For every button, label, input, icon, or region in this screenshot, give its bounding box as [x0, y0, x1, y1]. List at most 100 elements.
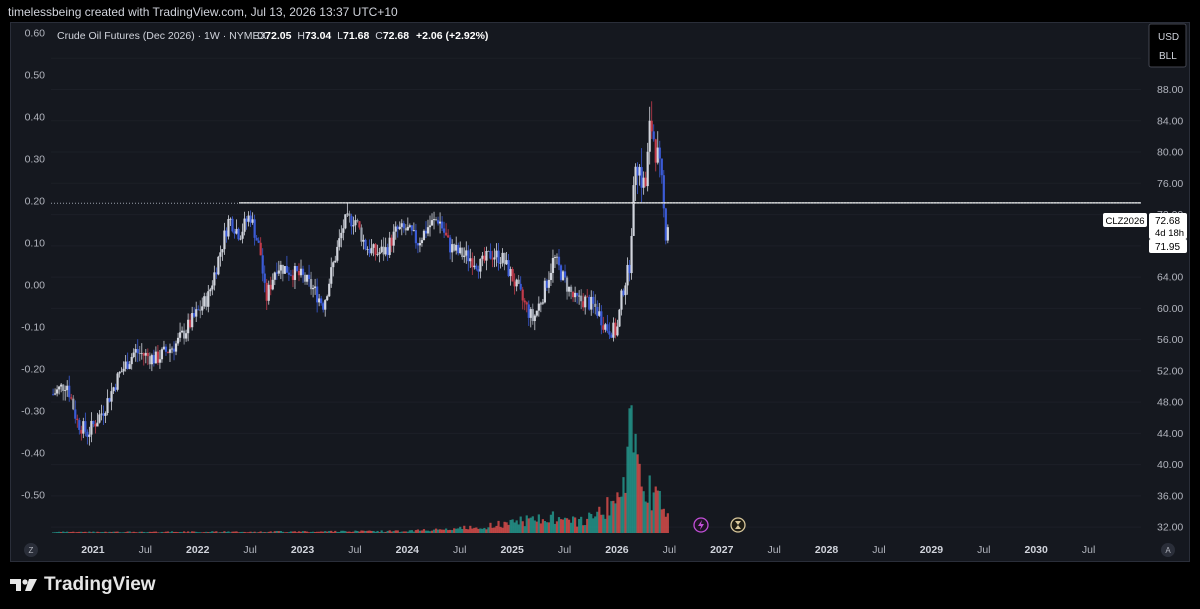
candle-body: [110, 391, 113, 402]
candle-body: [541, 302, 544, 304]
volume-bar: [201, 532, 204, 533]
candle-body: [271, 279, 274, 290]
candle-body: [152, 355, 155, 364]
volume-bar: [287, 532, 291, 533]
lightning-icon[interactable]: [693, 517, 709, 533]
candle-body: [400, 223, 403, 227]
volume-bar: [527, 518, 530, 533]
candle-body: [598, 311, 601, 316]
candle-body: [380, 246, 383, 253]
auto-scale-a-button[interactable]: A: [1161, 543, 1175, 557]
candle-body: [463, 255, 466, 258]
candle-body: [471, 258, 474, 268]
candle-body: [513, 281, 516, 287]
price-chart[interactable]: -0.50 -0.40 -0.30 -0.20 -0.10 0.00 0.10 0.20 0.3…: [11, 23, 1189, 561]
volume-bar: [223, 531, 226, 533]
volume-bar: [241, 531, 244, 533]
volume-bar: [443, 529, 446, 533]
candle-body: [178, 332, 182, 338]
volume-bar: [340, 530, 343, 533]
candle-body: [632, 185, 635, 236]
chart-panel[interactable]: -0.50 -0.40 -0.30 -0.20 -0.10 0.00 0.10 0.20 0.3…: [10, 22, 1190, 562]
volume-bar: [358, 531, 361, 533]
candle-body: [420, 240, 424, 244]
candle-body: [370, 247, 373, 254]
candle-body: [100, 413, 103, 415]
hourglass-icon[interactable]: [730, 517, 746, 533]
candle-body: [561, 271, 565, 280]
volume-bar: [420, 530, 424, 533]
volume-bar: [640, 486, 643, 533]
candle-body: [279, 264, 282, 271]
candle-body: [187, 319, 190, 334]
candle-body: [203, 296, 206, 307]
svg-text:CLZ2026: CLZ2026: [1105, 216, 1144, 227]
volume-bar: [251, 532, 254, 533]
volume-bar: [400, 531, 403, 533]
candle-body: [98, 414, 101, 423]
candle-body: [378, 252, 381, 255]
time-axis-tick: 2025: [500, 544, 524, 556]
legend-ohlc: O72.05 H73.04 L71.68 C72.68 +2.06 (+2.92…: [257, 30, 488, 42]
candle-body: [64, 390, 67, 391]
candle-body: [608, 331, 611, 335]
candle-body: [366, 249, 369, 250]
volume-bar: [98, 532, 101, 533]
currency-unit-box[interactable]: USD BLL: [1148, 23, 1187, 68]
candle-body: [307, 274, 311, 280]
volume-bar: [418, 530, 422, 533]
candle-body: [588, 296, 591, 310]
candle-body: [243, 218, 246, 232]
candle-body: [58, 386, 61, 390]
candle-body: [221, 249, 224, 253]
zoom-z-button[interactable]: Z: [24, 543, 38, 557]
candle-body: [459, 247, 462, 254]
candle-body: [457, 244, 460, 254]
volume-bar: [166, 531, 170, 533]
candle-body: [231, 218, 234, 232]
svg-text:71.95: 71.95: [1155, 242, 1180, 253]
volume-bar: [195, 531, 198, 533]
candle-body: [148, 356, 151, 365]
volume-bar: [253, 531, 256, 533]
candle-body: [253, 219, 256, 238]
candle-body: [191, 313, 194, 328]
volume-bar: [203, 532, 206, 533]
volume-bar: [132, 531, 135, 533]
candle-body: [54, 393, 57, 395]
time-axis-tick: 2022: [186, 544, 210, 556]
candle-body: [215, 272, 218, 275]
candle-body: [602, 325, 605, 330]
volume-bar: [616, 492, 619, 533]
candle-body: [102, 413, 105, 416]
candle-body: [207, 291, 210, 307]
candle-body: [430, 220, 434, 226]
volume-bar: [469, 525, 472, 533]
volume-bar: [434, 528, 438, 533]
candle-body: [503, 252, 506, 265]
right-axis-tick: 32.00: [1157, 522, 1183, 534]
candle-body: [255, 237, 258, 241]
candle-body: [553, 257, 557, 259]
candle-body: [580, 295, 583, 302]
volume-bar: [263, 532, 266, 533]
candle-body: [96, 422, 99, 427]
candle-body: [328, 283, 331, 297]
volume-bar: [596, 511, 599, 533]
volume-bar: [483, 527, 486, 533]
candle-body: [582, 301, 585, 308]
svg-text:Z: Z: [29, 546, 34, 555]
volume-bar: [652, 492, 655, 533]
volume-bar: [275, 531, 278, 533]
volume-bar: [144, 532, 147, 533]
candle-body: [574, 292, 577, 298]
volume-bar: [168, 532, 172, 533]
volume-bar: [451, 530, 454, 533]
candle-body: [324, 300, 327, 310]
time-axis-tick: Jul: [1082, 544, 1095, 556]
candle-body: [499, 262, 502, 264]
volume-bar: [545, 522, 549, 533]
volume-bar: [406, 531, 409, 533]
candle-body: [398, 226, 401, 230]
svg-text:A: A: [1165, 546, 1171, 555]
